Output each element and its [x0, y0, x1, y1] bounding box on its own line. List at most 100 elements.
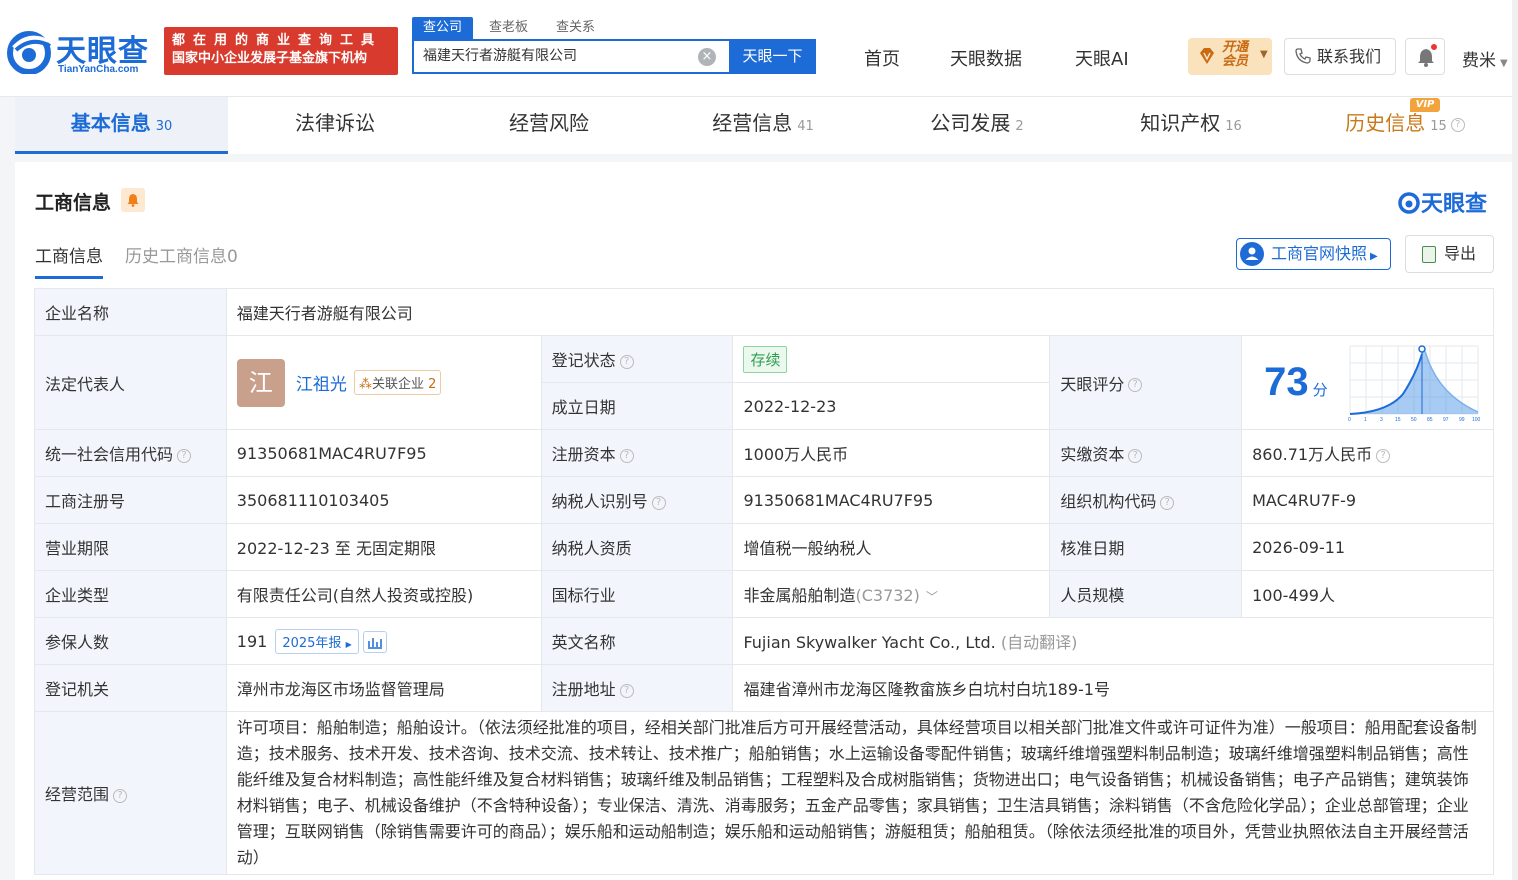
- slogan-line2: 国家中小企业发展子基金旗下机构: [172, 51, 368, 66]
- paid-capital: 860.71万人民币: [1252, 445, 1373, 464]
- table-row: 统一社会信用代码? 91350681MAC4RU7F95 注册资本? 1000万…: [34, 429, 1494, 477]
- phone-icon: [1295, 48, 1311, 64]
- tab-lawsuits[interactable]: 法律诉讼: [228, 97, 442, 154]
- tianyancha-logo[interactable]: 天眼查 TianYanCha.com: [6, 28, 156, 76]
- term: 2022-12-23 至 无固定期限: [225, 523, 542, 571]
- paid-capital-cell: 860.71万人民币?: [1241, 429, 1494, 477]
- address-label-cell: 注册地址?: [540, 664, 734, 712]
- org-code-label-cell: 组织机构代码?: [1049, 476, 1243, 524]
- org-code: MAC4RU7F-9: [1241, 476, 1494, 524]
- company-name-label: 企业名称: [34, 288, 227, 336]
- chart-tick: 99: [1459, 417, 1465, 423]
- table-row: 企业类型 有限责任公司(自然人投资或控股) 国标行业 非金属船舶制造(C3732…: [34, 570, 1494, 618]
- tax-quality: 增值税一般纳税人: [732, 523, 1051, 571]
- scope-label: 经营范围: [45, 785, 110, 804]
- contact-button[interactable]: 联系我们: [1284, 38, 1396, 75]
- search-tab-boss[interactable]: 查老板: [489, 17, 528, 39]
- clear-icon[interactable]: ×: [698, 48, 716, 66]
- en-name-cell: Fujian Skywalker Yacht Co., Ltd. (自动翻译): [732, 617, 1494, 665]
- subscribe-bell-button[interactable]: [121, 188, 145, 212]
- help-icon[interactable]: ?: [1376, 448, 1391, 463]
- subtab-business-info[interactable]: 工商信息: [35, 242, 103, 279]
- org-code-label: 组织机构代码: [1060, 492, 1157, 511]
- company-name: 福建天行者游艇有限公司: [225, 288, 1495, 336]
- status-badge: 存续: [743, 345, 788, 373]
- link-icon: ⁂: [358, 377, 372, 392]
- tab-development[interactable]: 公司发展 2: [870, 97, 1084, 154]
- export-button[interactable]: 导出: [1405, 235, 1494, 273]
- search-button[interactable]: 天眼一下: [729, 39, 816, 74]
- staff: 100-499人: [1241, 570, 1494, 618]
- avatar[interactable]: 江: [236, 358, 285, 407]
- score-cell[interactable]: 73 分 0 1 3 15 50 85 97 99 100: [1241, 335, 1494, 430]
- help-icon[interactable]: ?: [1450, 117, 1465, 132]
- chart-icon[interactable]: [362, 631, 387, 653]
- related-label: 关联企业: [371, 377, 424, 392]
- reg-status-cell: 存续: [732, 335, 1051, 383]
- help-icon[interactable]: ?: [1160, 495, 1175, 510]
- user-name: 费米: [1462, 51, 1496, 71]
- chart-tick: 15: [1395, 417, 1401, 423]
- credit-code: 91350681MAC4RU7F95: [225, 429, 542, 477]
- nav-ai[interactable]: 天眼AI: [1075, 45, 1129, 71]
- related-companies-badge[interactable]: ⁂关联企业 2: [353, 370, 442, 395]
- diamond-icon: [1200, 48, 1214, 64]
- tab-label: 经营信息: [712, 111, 793, 135]
- en-name-label: 英文名称: [540, 617, 734, 665]
- score-distribution-chart: 0 1 3 15 50 85 97 99 100: [1348, 345, 1480, 423]
- chevron-right-icon: ▶: [1370, 251, 1378, 262]
- search-tab-relation[interactable]: 查关系: [556, 17, 595, 39]
- vip-text: 开通 会员: [1222, 41, 1248, 69]
- legal-rep-link[interactable]: 江祖光: [296, 375, 347, 395]
- tab-count: 15: [1430, 119, 1447, 134]
- tab-label: 知识产权: [1140, 111, 1221, 135]
- nav-home[interactable]: 首页: [864, 45, 900, 71]
- search-input[interactable]: 福建天行者游艇有限公司: [412, 39, 730, 74]
- brand-watermark: 天眼查: [1397, 186, 1487, 218]
- help-icon[interactable]: ?: [619, 448, 634, 463]
- tab-operations[interactable]: 经营信息 41: [656, 97, 870, 154]
- help-icon[interactable]: ?: [113, 788, 128, 803]
- notification-button[interactable]: [1405, 38, 1445, 75]
- help-icon[interactable]: ?: [651, 495, 666, 510]
- tab-risk[interactable]: 经营风险: [442, 97, 656, 154]
- search-tab-company[interactable]: 查公司: [412, 17, 474, 39]
- annual-report-link[interactable]: 2025年报 ▶: [275, 628, 359, 654]
- found-date-label: 成立日期: [540, 382, 734, 430]
- tab-history[interactable]: 历史信息 15?: [1298, 97, 1512, 154]
- nav-data[interactable]: 天眼数据: [950, 45, 1022, 71]
- export-label: 导出: [1444, 244, 1477, 263]
- tab-label: 历史信息: [1345, 111, 1426, 135]
- official-snapshot-button[interactable]: 工商官网快照 ▶: [1236, 238, 1391, 270]
- approve-date-label: 核准日期: [1049, 523, 1243, 571]
- tax-quality-label: 纳税人资质: [540, 523, 734, 571]
- tab-ip[interactable]: 知识产权 16: [1084, 97, 1298, 154]
- tab-basic-info[interactable]: 基本信息 30: [15, 97, 228, 154]
- paid-capital-label: 实缴资本: [1060, 445, 1125, 464]
- reg-capital-label: 注册资本: [551, 445, 616, 464]
- en-name-note: (自动翻译): [1000, 633, 1078, 652]
- top-header: 天眼查 TianYanCha.com 都在用的商业查询工具 国家中小企业发展子基…: [0, 0, 1518, 97]
- taxpayer-id-label: 纳税人识别号: [551, 492, 648, 511]
- address-label: 注册地址: [551, 680, 616, 699]
- score-value: 73: [1264, 360, 1309, 404]
- term-label: 营业期限: [34, 523, 227, 571]
- help-icon[interactable]: ?: [1128, 448, 1143, 463]
- credit-code-label-cell: 统一社会信用代码?: [34, 429, 227, 477]
- scrollbar[interactable]: [1512, 0, 1518, 880]
- open-vip-button[interactable]: 开通 会员 ▼: [1188, 38, 1272, 75]
- user-menu[interactable]: 费米 ▼: [1462, 46, 1508, 71]
- help-icon[interactable]: ?: [1128, 378, 1143, 392]
- chart-tick: 0: [1348, 417, 1351, 423]
- subtab-history-business-info[interactable]: 历史工商信息0: [125, 242, 238, 267]
- help-icon[interactable]: ?: [177, 448, 192, 463]
- help-icon[interactable]: ?: [619, 354, 634, 369]
- help-icon[interactable]: ?: [619, 683, 634, 698]
- brand-text: 天眼查: [1421, 192, 1488, 217]
- related-count: 2: [428, 377, 437, 392]
- tab-count: 2: [1015, 119, 1024, 134]
- taxpayer-id-label-cell: 纳税人识别号?: [540, 476, 734, 524]
- industry-cell[interactable]: 非金属船舶制造(C3732) ﹀: [732, 570, 1051, 618]
- staff-label: 人员规模: [1049, 570, 1243, 618]
- bell-icon: [127, 194, 139, 207]
